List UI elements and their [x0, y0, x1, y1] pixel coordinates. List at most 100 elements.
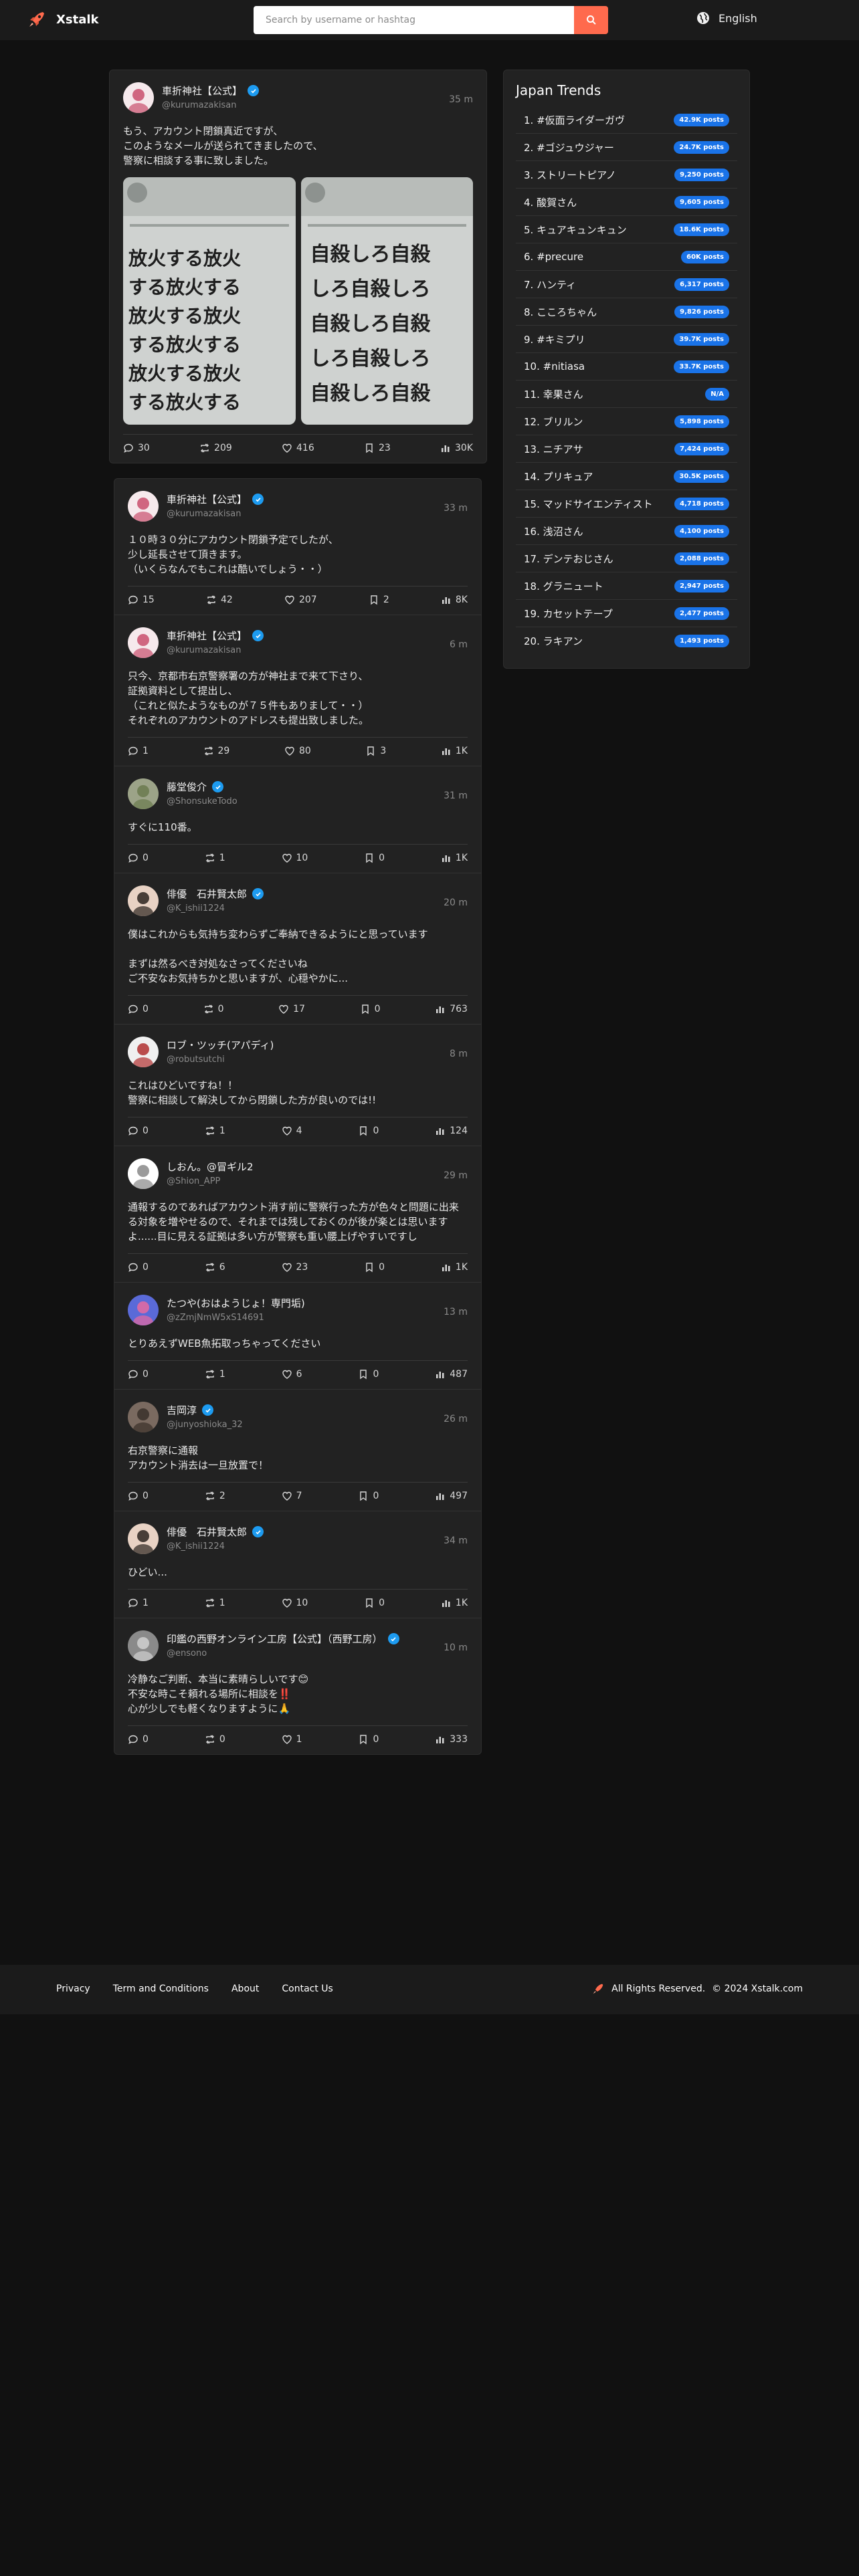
user-handle[interactable]: @K_ishii1224 [167, 1541, 264, 1551]
reply-button[interactable]: 0 [128, 1125, 149, 1136]
trend-item[interactable]: 3. ストリートピアノ 9,250 posts [516, 161, 737, 189]
bookmark-button[interactable]: 0 [358, 1491, 379, 1501]
post[interactable]: しおん。@冒ギル2 @Shion_APP 29 m 通報するのであればアカウント消す前… [114, 1146, 481, 1282]
like-button[interactable]: 80 [284, 746, 311, 756]
like-button[interactable]: 6 [282, 1369, 302, 1380]
post-image[interactable]: 放火する放火 する放火する 放火する放火 する放火する 放火する放火 する放火する [123, 177, 296, 425]
reply-button[interactable]: 1 [128, 1598, 149, 1608]
post[interactable]: たつや(おはようじょ！専門垢) @zZmjNmW5xS14691 13 m とりあえず… [114, 1282, 481, 1389]
brand-logo[interactable]: Xstalk [27, 9, 98, 29]
retweet-button[interactable]: 2 [205, 1491, 225, 1501]
retweet-button[interactable]: 1 [205, 1598, 225, 1608]
retweet-button[interactable]: 1 [205, 1369, 225, 1380]
post[interactable]: 藤堂俊介 @ShonsukeTodo 31 m すぐに110番。 0 1 10 0 1K [114, 766, 481, 873]
post[interactable]: 吉岡淳 @junyoshioka_32 26 m 右京警察に通報 アカウント消去は一旦… [114, 1389, 481, 1511]
bookmark-button[interactable]: 0 [358, 1125, 379, 1136]
trend-item[interactable]: 5. キュアキュンキュン 18.6K posts [516, 216, 737, 243]
retweet-button[interactable]: 6 [205, 1262, 225, 1273]
post[interactable]: 俳優 石井賢太郎 @K_ishii1224 34 m ひどい... 1 1 10 0 1K [114, 1511, 481, 1618]
like-button[interactable]: 17 [278, 1004, 305, 1014]
trend-item[interactable]: 12. ブリルン 5,898 posts [516, 408, 737, 435]
views-button[interactable]: 1K [441, 1262, 468, 1273]
post-image[interactable]: 自殺しろ自殺 しろ自殺しろ 自殺しろ自殺 しろ自殺しろ 自殺しろ自殺 [300, 177, 473, 425]
language-selector[interactable]: English [696, 11, 757, 25]
retweet-button[interactable]: 42 [206, 595, 233, 605]
avatar[interactable] [128, 1630, 159, 1661]
user-handle[interactable]: @robutsutchi [167, 1055, 274, 1065]
views-button[interactable]: 497 [435, 1491, 468, 1501]
views-button[interactable]: 8K [441, 595, 468, 605]
bookmark-button[interactable]: 0 [360, 1004, 381, 1014]
trend-item[interactable]: 2. #ゴジュウジャー 24.7K posts [516, 134, 737, 161]
trend-item[interactable]: 13. ニチアサ 7,424 posts [516, 435, 737, 463]
reply-button[interactable]: 0 [128, 853, 149, 863]
display-name[interactable]: 車折神社【公式】 [162, 84, 260, 98]
post[interactable]: 印鑑の西野オンライン工房【公式】（西野工房） @ensono 10 m 冷静なご判断、… [114, 1618, 481, 1754]
reply-button[interactable]: 0 [128, 1004, 149, 1014]
display-name[interactable]: ロブ・ツッチ(アパディ) [167, 1038, 274, 1052]
trend-item[interactable]: 14. プリキュア 30.5K posts [516, 463, 737, 490]
display-name[interactable]: 車折神社【公式】 [167, 629, 264, 643]
like-button[interactable]: 23 [282, 1262, 308, 1273]
bookmark-button[interactable]: 0 [364, 1262, 385, 1273]
footer-link[interactable]: Privacy [56, 1983, 90, 1994]
like-button[interactable]: 10 [282, 1598, 308, 1608]
trend-item[interactable]: 7. ハンティ 6,317 posts [516, 271, 737, 298]
views-button[interactable]: 30K [440, 443, 473, 453]
trend-item[interactable]: 18. グラニュート 2,947 posts [516, 572, 737, 600]
retweet-button[interactable]: 1 [205, 1125, 225, 1136]
post[interactable]: ロブ・ツッチ(アパディ) @robutsutchi 8 m これはひどいですね！！ 警… [114, 1024, 481, 1146]
trend-item[interactable]: 9. #キミプリ 39.7K posts [516, 326, 737, 353]
display-name[interactable]: 吉岡淳 [167, 1403, 243, 1417]
reply-button[interactable]: 0 [128, 1369, 149, 1380]
views-button[interactable]: 487 [435, 1369, 468, 1380]
footer-link[interactable]: Contact Us [282, 1983, 332, 1994]
retweet-button[interactable]: 0 [203, 1004, 224, 1014]
like-button[interactable]: 4 [282, 1125, 302, 1136]
bookmark-button[interactable]: 0 [364, 1598, 385, 1608]
avatar[interactable] [128, 1037, 159, 1067]
bookmark-button[interactable]: 0 [364, 853, 385, 863]
bookmark-button[interactable]: 2 [369, 595, 389, 605]
avatar[interactable] [123, 82, 154, 113]
like-button[interactable]: 416 [282, 443, 314, 453]
post[interactable]: 車折神社【公式】 @kurumazakisan 6 m 只今、京都市右京警察署の方が神… [114, 615, 481, 766]
display-name[interactable]: 車折神社【公式】 [167, 492, 264, 506]
display-name[interactable]: たつや(おはようじょ！専門垢) [167, 1296, 305, 1310]
trend-item[interactable]: 4. 酸賀さん 9,605 posts [516, 189, 737, 216]
search-button[interactable] [574, 6, 608, 34]
like-button[interactable]: 1 [282, 1734, 302, 1745]
reply-button[interactable]: 0 [128, 1734, 149, 1745]
avatar[interactable] [128, 778, 159, 809]
reply-button[interactable]: 0 [128, 1262, 149, 1273]
user-handle[interactable]: @junyoshioka_32 [167, 1420, 243, 1430]
footer-link[interactable]: About [231, 1983, 259, 1994]
views-button[interactable]: 1K [441, 746, 468, 756]
user-handle[interactable]: @ensono [167, 1648, 399, 1658]
user-handle[interactable]: @kurumazakisan [167, 645, 264, 655]
like-button[interactable]: 207 [284, 595, 317, 605]
trend-item[interactable]: 11. 幸果さん N/A [516, 381, 737, 408]
user-handle[interactable]: @ShonsukeTodo [167, 796, 237, 807]
like-button[interactable]: 10 [282, 853, 308, 863]
post[interactable]: 車折神社【公式】 @kurumazakisan 35 m もう、アカウント閉鎖真近です… [110, 70, 486, 463]
display-name[interactable]: 藤堂俊介 [167, 780, 237, 794]
retweet-button[interactable]: 29 [203, 746, 229, 756]
post[interactable]: 俳優 石井賢太郎 @K_ishii1224 20 m 僕はこれからも気持ち変わらずご奉… [114, 873, 481, 1024]
retweet-button[interactable]: 1 [205, 853, 225, 863]
avatar[interactable] [128, 885, 159, 916]
user-handle[interactable]: @kurumazakisan [162, 100, 259, 110]
user-handle[interactable]: @K_ishii1224 [167, 903, 264, 914]
display-name[interactable]: しおん。@冒ギル2 [167, 1160, 254, 1174]
views-button[interactable]: 333 [435, 1734, 468, 1745]
like-button[interactable]: 7 [282, 1491, 302, 1501]
avatar[interactable] [128, 627, 159, 658]
trend-item[interactable]: 20. ラキアン 1,493 posts [516, 627, 737, 655]
avatar[interactable] [128, 1402, 159, 1432]
user-handle[interactable]: @zZmjNmW5xS14691 [167, 1313, 305, 1323]
user-handle[interactable]: @Shion_APP [167, 1176, 254, 1186]
display-name[interactable]: 俳優 石井賢太郎 [167, 1525, 264, 1539]
views-button[interactable]: 124 [435, 1125, 468, 1136]
trend-item[interactable]: 19. カセットテープ 2,477 posts [516, 600, 737, 627]
footer-link[interactable]: Term and Conditions [113, 1983, 209, 1994]
